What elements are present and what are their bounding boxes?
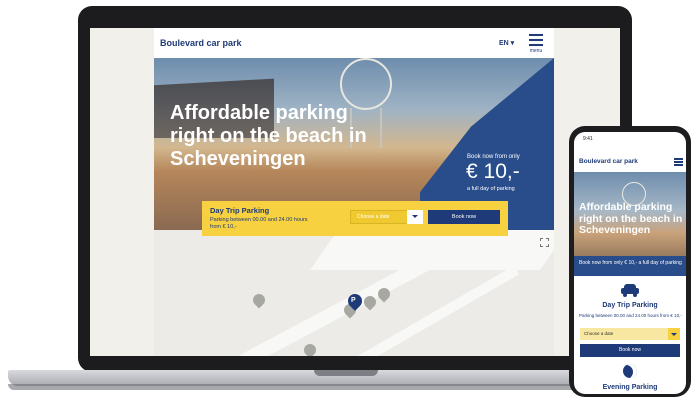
language-label: EN bbox=[499, 40, 509, 47]
phone-frame: 9:41 Boulevard car park Affordable parki… bbox=[569, 126, 691, 397]
car-icon-wheel bbox=[623, 293, 627, 297]
mobile-offer-text: Book now from only € 10,- a full day of … bbox=[579, 260, 682, 266]
parking-pin-label: P bbox=[351, 297, 356, 304]
mobile-menu-button[interactable] bbox=[674, 158, 683, 166]
hamburger-icon-bar bbox=[529, 44, 543, 46]
map-poi-pin[interactable] bbox=[301, 341, 319, 356]
mobile-book-now-button[interactable]: Book now bbox=[580, 344, 680, 357]
menu-label: menu bbox=[529, 48, 543, 54]
mobile-hero-title: Affordable parking right on the beach in… bbox=[579, 201, 683, 236]
hamburger-icon-bar bbox=[674, 161, 683, 163]
laptop-notch bbox=[314, 370, 378, 376]
desktop-website: Boulevard car park EN ▾ menu Affordable … bbox=[154, 28, 554, 356]
moon-icon bbox=[623, 364, 637, 378]
dropdown-button[interactable] bbox=[407, 210, 423, 224]
chevron-down-icon bbox=[412, 215, 418, 218]
hamburger-icon bbox=[529, 34, 543, 36]
mobile-day-subtitle: Parking between 00.00 and 24.00 hours fr… bbox=[579, 313, 682, 318]
booking-bar: Day Trip Parking Parking between 00.00 a… bbox=[202, 201, 508, 236]
price-subtitle: a full day of parking bbox=[467, 186, 515, 192]
hamburger-icon-bar bbox=[674, 164, 683, 166]
status-bar-time: 9:41 bbox=[583, 136, 593, 142]
mobile-day-title: Day Trip Parking bbox=[602, 302, 658, 309]
location-map[interactable]: P bbox=[154, 230, 554, 356]
fullscreen-icon[interactable] bbox=[540, 238, 549, 247]
booking-title: Day Trip Parking bbox=[210, 206, 270, 215]
hero-title: Affordable parking right on the beach in… bbox=[170, 102, 367, 170]
device-mockup: Boulevard car park EN ▾ menu Affordable … bbox=[0, 0, 692, 397]
date-select[interactable]: Choose a date bbox=[350, 210, 423, 224]
mobile-offer-banner: Book now from only € 10,- a full day of … bbox=[574, 256, 686, 276]
book-now-button[interactable]: Book now bbox=[428, 210, 500, 224]
menu-button[interactable]: menu bbox=[526, 33, 546, 55]
mobile-website: 9:41 Boulevard car park Affordable parki… bbox=[574, 132, 686, 394]
mobile-date-select[interactable]: Choose a date bbox=[580, 328, 680, 340]
mobile-date-placeholder: Choose a date bbox=[584, 331, 614, 336]
mobile-dropdown-button[interactable] bbox=[668, 328, 680, 340]
chevron-down-icon bbox=[671, 333, 677, 336]
site-header: Boulevard car park EN ▾ menu bbox=[154, 28, 554, 58]
date-select-placeholder: Choose a date bbox=[357, 214, 390, 220]
mobile-brand-logo[interactable]: Boulevard car park bbox=[579, 158, 638, 165]
price-value: € 10,- bbox=[466, 160, 520, 183]
language-selector[interactable]: EN ▾ bbox=[499, 39, 514, 47]
car-icon bbox=[621, 284, 639, 297]
map-poi-pin[interactable] bbox=[250, 291, 268, 309]
booking-subtitle: Parking between 00.00 and 24.00 hours fr… bbox=[210, 217, 308, 230]
car-icon-wheel bbox=[633, 293, 637, 297]
mobile-evening-title: Evening Parking bbox=[602, 384, 658, 391]
brand-logo[interactable]: Boulevard car park bbox=[160, 38, 242, 48]
hamburger-icon bbox=[674, 158, 683, 160]
laptop-screen: Boulevard car park EN ▾ menu Affordable … bbox=[90, 28, 620, 356]
hamburger-icon-bar bbox=[529, 39, 543, 41]
